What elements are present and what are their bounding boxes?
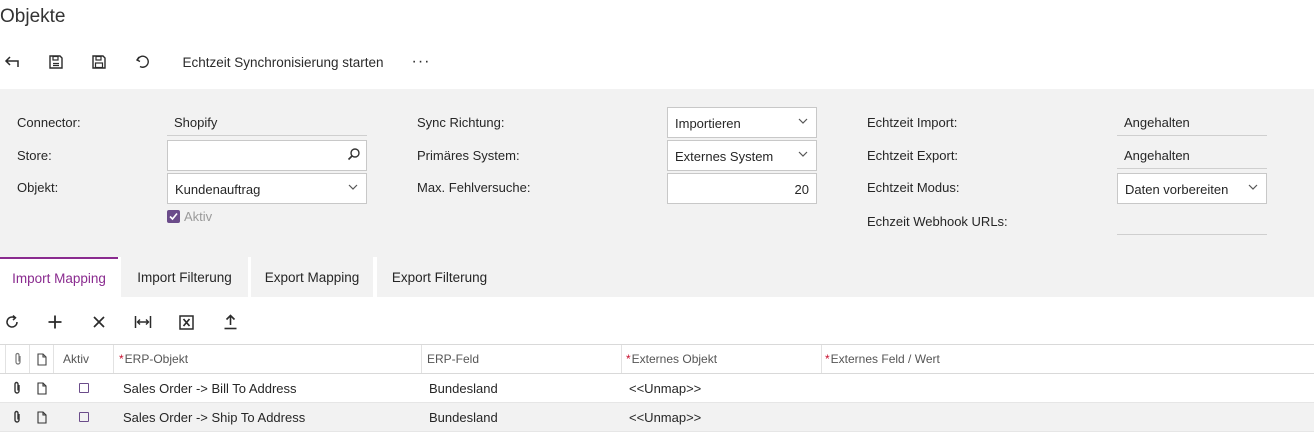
max-fehlversuche-label: Max. Fehlversuche: — [417, 180, 531, 195]
table-row[interactable]: Sales Order -> Bill To Address Bundeslan… — [0, 374, 1314, 403]
externes-feld-cell[interactable] — [829, 374, 1309, 402]
note-icon — [36, 352, 47, 366]
tab-import-filterung[interactable]: Import Filterung — [121, 257, 248, 297]
fit-columns-icon — [134, 316, 152, 328]
chevron-down-icon — [798, 149, 808, 160]
upload-button[interactable] — [215, 305, 245, 339]
objekt-label: Objekt: — [17, 180, 59, 195]
webhook-urls-label: Echzeit Webhook URLs: — [867, 214, 1008, 229]
search-icon[interactable] — [347, 147, 361, 164]
externes-objekt-cell[interactable]: <<Unmap>> — [629, 374, 819, 402]
externes-objekt-header-label: Externes Objekt — [631, 352, 718, 366]
fit-columns-button[interactable] — [128, 305, 158, 339]
tab-bar: Import Mapping Import Filterung Export M… — [0, 257, 1314, 297]
plus-icon — [48, 315, 62, 329]
back-button[interactable] — [0, 44, 24, 80]
tab-export-mapping[interactable]: Export Mapping — [251, 257, 373, 297]
close-icon — [93, 316, 105, 328]
reset-icon — [135, 55, 149, 68]
mapping-grid: Aktiv * ERP-Objekt ERP-Feld * Externes Obj… — [0, 344, 1314, 432]
tab-export-filterung[interactable]: Export Filterung — [377, 257, 502, 297]
chevron-down-icon — [348, 182, 358, 193]
tab-bar-filler — [502, 257, 1314, 297]
erp-feld-cell[interactable]: Bundesland — [429, 374, 619, 402]
erp-objekt-header-label: ERP-Objekt — [124, 352, 189, 366]
primaeres-system-select[interactable]: Externes System — [667, 140, 817, 171]
required-marker: * — [626, 352, 631, 366]
refresh-icon — [6, 314, 18, 328]
attachment-column-header — [6, 345, 30, 373]
column-header-erp-objekt[interactable]: * ERP-Objekt — [114, 345, 422, 373]
primaeres-system-value: Externes System — [675, 149, 774, 164]
more-button[interactable]: ··· — [404, 44, 438, 80]
undo-arrow-icon — [4, 56, 19, 67]
objekt-value: Kundenauftrag — [175, 182, 261, 197]
echtzeit-export-value: Angehalten — [1117, 142, 1267, 169]
attachment-icon[interactable] — [12, 374, 26, 402]
grid-header: Aktiv * ERP-Objekt ERP-Feld * Externes Obj… — [0, 344, 1314, 374]
note-column-header — [30, 345, 54, 373]
excel-icon — [178, 314, 194, 330]
required-marker: * — [119, 352, 124, 366]
column-header-externes-objekt[interactable]: * Externes Objekt — [622, 345, 822, 373]
add-row-button[interactable] — [40, 305, 70, 339]
save-button[interactable] — [85, 44, 113, 80]
webhook-urls-value — [1117, 208, 1267, 235]
delete-row-button[interactable] — [84, 305, 114, 339]
echtzeit-modus-value: Daten vorbereiten — [1125, 182, 1229, 197]
max-fehlversuche-input[interactable]: 20 — [667, 173, 817, 204]
refresh-button[interactable] — [0, 305, 27, 339]
store-label: Store: — [17, 148, 52, 163]
aktiv-cell-checkbox[interactable] — [79, 374, 93, 402]
start-realtime-sync-button[interactable]: Echtzeit Synchronisierung starten — [172, 44, 394, 80]
connector-label: Connector: — [17, 115, 81, 130]
sync-richtung-value: Importieren — [675, 116, 741, 131]
checkbox-checked-icon — [167, 210, 180, 223]
paperclip-icon — [14, 352, 21, 365]
aktiv-label: Aktiv — [184, 209, 213, 224]
table-row[interactable]: Sales Order -> Ship To Address Bundeslan… — [0, 403, 1314, 432]
chevron-down-icon — [798, 116, 808, 127]
checkbox-unchecked-icon — [79, 383, 89, 393]
note-icon[interactable] — [37, 374, 51, 402]
objekt-select[interactable]: Kundenauftrag — [167, 173, 367, 204]
checkbox-unchecked-icon — [79, 412, 89, 422]
erp-objekt-cell[interactable]: Sales Order -> Bill To Address — [123, 374, 419, 402]
page-title: Objekte — [0, 6, 66, 27]
column-header-aktiv[interactable]: Aktiv — [54, 345, 114, 373]
store-field[interactable] — [167, 140, 367, 171]
save-close-button[interactable] — [42, 44, 70, 80]
required-marker: * — [825, 352, 830, 366]
sync-richtung-select[interactable]: Importieren — [667, 107, 817, 138]
upload-icon — [224, 314, 236, 330]
echtzeit-modus-select[interactable]: Daten vorbereiten — [1117, 173, 1267, 204]
externes-feld-header-label: Externes Feld / Wert — [830, 352, 940, 366]
sync-richtung-label: Sync Richtung: — [417, 115, 505, 130]
main-toolbar: Echtzeit Synchronisierung starten ··· — [0, 44, 1314, 80]
tab-import-mapping[interactable]: Import Mapping — [0, 257, 118, 297]
column-header-externes-feld[interactable]: * Externes Feld / Wert — [822, 345, 1314, 373]
save-icon — [92, 55, 106, 69]
chevron-down-icon — [1248, 182, 1258, 193]
primaeres-system-label: Primäres System: — [417, 148, 520, 163]
connector-value: Shopify — [167, 109, 367, 136]
echtzeit-export-label: Echtzeit Export: — [867, 148, 959, 163]
export-excel-button[interactable] — [171, 305, 201, 339]
aktiv-checkbox[interactable]: Aktiv — [167, 209, 212, 224]
echtzeit-import-value: Angehalten — [1117, 109, 1267, 136]
save-close-icon — [49, 55, 63, 69]
grid-toolbar — [0, 305, 1314, 339]
reset-button[interactable] — [129, 44, 157, 80]
column-header-erp-feld[interactable]: ERP-Feld — [422, 345, 622, 373]
echtzeit-import-label: Echtzeit Import: — [867, 115, 958, 130]
echtzeit-modus-label: Echtzeit Modus: — [867, 180, 960, 195]
header-form: Connector: Shopify Store: Objekt: Kunden… — [0, 89, 1314, 257]
